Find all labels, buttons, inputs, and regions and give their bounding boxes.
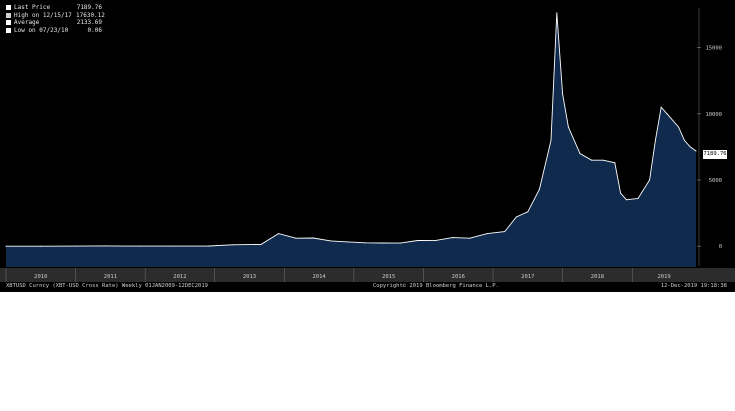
price-point [562, 93, 564, 95]
footer-copyright: Copyright© 2019 Bloomberg Finance L.P. [373, 283, 499, 289]
price-point [260, 243, 262, 245]
x-tick-label: 2013 [243, 274, 256, 280]
price-point [417, 240, 419, 241]
footer-security: XBTUSD Curncy (XBT-USD Cross Rate) Weekl… [6, 283, 208, 289]
price-point [312, 237, 314, 239]
price-point [75, 245, 77, 247]
price-point [678, 126, 680, 128]
price-point [330, 240, 332, 242]
last-price-badge: 7189.76 [703, 150, 727, 159]
price-point [602, 159, 604, 161]
price-point [399, 242, 401, 244]
price-point [5, 245, 7, 247]
legend-value: 7189.76 [76, 4, 102, 11]
price-point [452, 237, 453, 239]
price-point [538, 188, 540, 190]
price-point [40, 245, 42, 247]
x-tick-label: 2015 [382, 274, 395, 280]
price-point [637, 198, 639, 199]
price-point [614, 162, 616, 164]
x-tick-label: 2019 [657, 274, 670, 280]
price-point [695, 150, 697, 152]
y-tick-label: 15000 [705, 46, 722, 52]
price-point [138, 245, 140, 247]
price-point [347, 241, 349, 243]
legend-value: 17630.12 [76, 11, 105, 19]
price-point [689, 146, 691, 148]
price-point [173, 245, 175, 247]
bloomberg-chart-panel: 0 5000 10000 15000 2010 2011 2012 2013 2014 2015 2… [0, 0, 735, 292]
price-point [231, 244, 233, 246]
price-point [649, 179, 651, 181]
price-point [295, 237, 297, 239]
x-tick-label: 2010 [34, 274, 47, 280]
price-point [666, 113, 668, 115]
price-chart: 0 5000 10000 15000 2010 2011 2012 2013 2014 2015 2… [0, 8, 735, 282]
chart-legend: Last Price 7189.76 High on 12/15/17 1763… [6, 4, 105, 35]
x-tick-label: 2017 [521, 274, 534, 280]
price-point [469, 237, 471, 239]
price-point [556, 12, 558, 14]
x-tick-label: 2012 [173, 274, 186, 280]
legend-swatch [6, 27, 11, 33]
price-point [550, 139, 552, 141]
price-point [486, 233, 488, 235]
price-area [6, 12, 696, 268]
price-point [434, 240, 436, 242]
price-point [567, 126, 569, 128]
legend-item: High on 12/15/17 17630.12 [6, 11, 105, 20]
price-point [504, 231, 506, 233]
legend-swatch [6, 12, 11, 18]
price-point [365, 242, 366, 244]
legend-label: High on 12/15/17 [14, 11, 72, 19]
price-point [527, 211, 529, 213]
price-point [591, 159, 593, 161]
price-point [654, 139, 656, 141]
price-point [278, 233, 279, 235]
price-point [625, 199, 627, 201]
y-tick-label: 5000 [709, 178, 722, 184]
y-tick-label: 0 [719, 244, 722, 250]
price-point [579, 153, 581, 154]
price-point [620, 192, 622, 194]
footer-timestamp: 12-Dec-2019 19:18:38 [660, 283, 727, 289]
legend-value: 2133.69 [76, 19, 102, 26]
legend-item: Low on 07/23/10 0.06 [6, 27, 102, 35]
price-point [660, 106, 662, 108]
y-tick-label: 10000 [705, 112, 722, 118]
price-point [515, 216, 517, 218]
x-tick-label: 2011 [104, 274, 117, 280]
legend-item: Average 2133.69 [6, 19, 102, 27]
legend-item: Last Price 7189.76 [6, 4, 102, 12]
legend-label: Low on 07/23/10 [14, 26, 69, 34]
legend-value: 0.06 [87, 26, 102, 34]
x-tick-label: 2016 [452, 274, 465, 280]
price-point [382, 242, 384, 244]
legend-label: Last Price [14, 4, 51, 11]
price-point [104, 245, 106, 247]
price-point [683, 139, 685, 141]
price-point [208, 245, 210, 247]
legend-swatch [6, 5, 11, 11]
x-tick-label: 2018 [591, 274, 604, 280]
legend-label: Average [14, 19, 40, 26]
legend-swatch [6, 20, 11, 26]
x-tick-label: 2014 [312, 274, 326, 280]
